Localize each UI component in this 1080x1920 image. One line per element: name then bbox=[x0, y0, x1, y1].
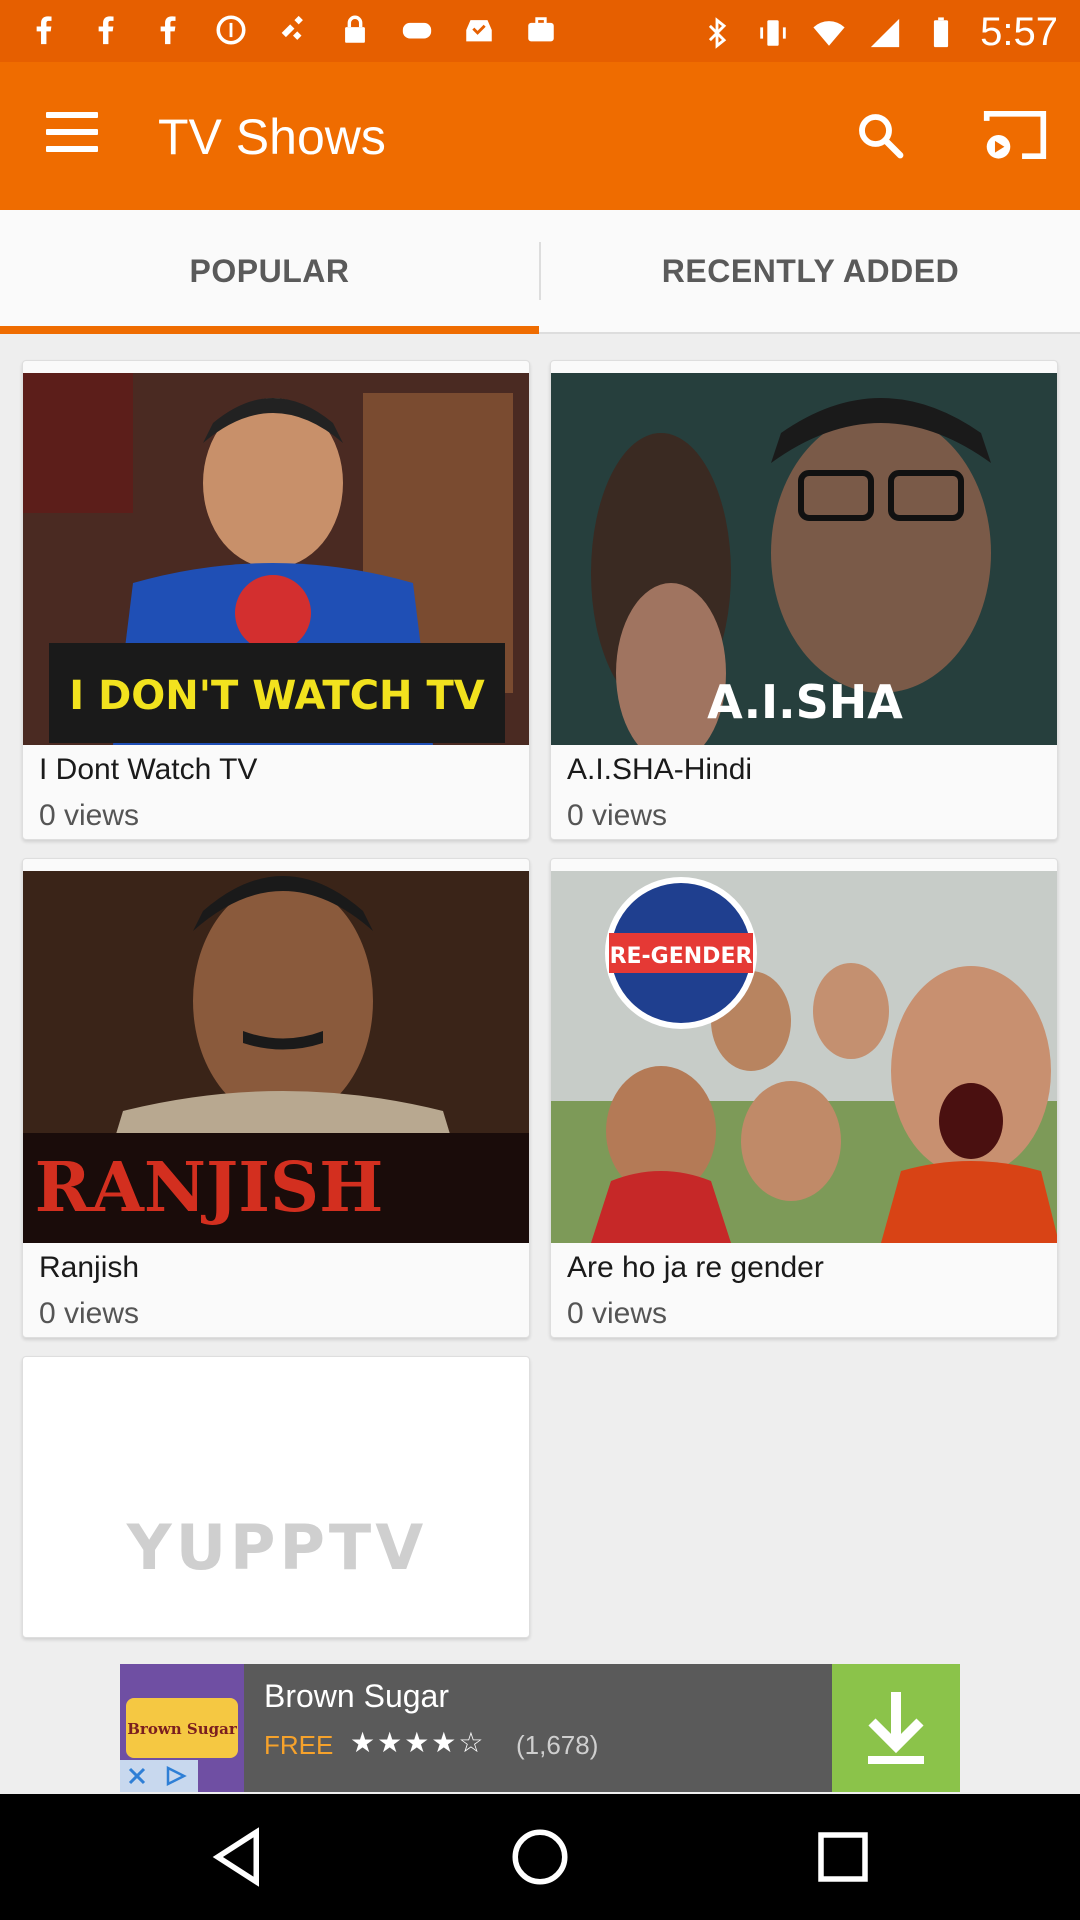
tab-bar: POPULAR RECENTLY ADDED bbox=[0, 210, 1080, 334]
bluetooth-icon bbox=[709, 16, 727, 49]
show-title: Ranjish bbox=[39, 1251, 140, 1284]
ad-download-button[interactable] bbox=[832, 1664, 960, 1792]
show-title: I Dont Watch TV bbox=[39, 753, 258, 786]
tab-recently-added[interactable]: RECENTLY ADDED bbox=[541, 210, 1080, 332]
game-controller-icon bbox=[402, 22, 432, 39]
show-views: 0 views bbox=[39, 799, 140, 832]
page-title: TV Shows bbox=[158, 109, 386, 165]
briefcase-icon bbox=[528, 17, 554, 42]
nav-bar bbox=[0, 1794, 1080, 1920]
ad-info-icon[interactable] bbox=[154, 1760, 198, 1792]
show-title: A.I.SHA-Hindi bbox=[567, 753, 753, 786]
download-icon bbox=[868, 1692, 924, 1764]
signal-icon bbox=[870, 18, 900, 47]
clock: 5:57 bbox=[980, 10, 1058, 54]
lock-icon bbox=[345, 15, 365, 43]
show-title: Are ho ja re gender bbox=[567, 1251, 824, 1284]
inbox-icon bbox=[466, 20, 492, 42]
system-icons: 5:57 bbox=[700, 10, 1058, 55]
tab-popular[interactable]: POPULAR bbox=[0, 210, 539, 334]
recents-icon[interactable] bbox=[810, 1824, 876, 1890]
show-card[interactable]: A.I.SHA A.I.SHA-Hindi 0 views bbox=[550, 360, 1058, 840]
pinterest-icon bbox=[216, 15, 246, 45]
yupptv-logo: YUPPTV bbox=[126, 1511, 427, 1584]
ad-price: FREE bbox=[264, 1730, 334, 1760]
vibrate-icon bbox=[760, 19, 786, 46]
show-views: 0 views bbox=[567, 1297, 668, 1330]
app-bar: TV Shows bbox=[0, 62, 1080, 210]
thumb-caption: A.I.SHA bbox=[707, 675, 903, 729]
yupptv-logo-text: YUPPTV bbox=[126, 1511, 427, 1584]
thumb-caption: RE-GENDER bbox=[610, 944, 753, 969]
status-bar: 5:57 bbox=[0, 0, 1080, 62]
ad-logo-text: Brown Sugar bbox=[127, 1720, 238, 1738]
show-thumbnail: RANJISH bbox=[23, 871, 529, 1243]
thumb-caption: I DON'T WATCH TV bbox=[69, 673, 484, 719]
show-views: 0 views bbox=[567, 799, 668, 832]
show-card[interactable]: RE-GENDER Are ho ja re gender 0 views bbox=[550, 858, 1058, 1338]
menu-icon[interactable] bbox=[46, 112, 98, 158]
show-thumbnail: A.I.SHA bbox=[551, 373, 1057, 745]
show-thumbnail: I DON'T WATCH TV bbox=[23, 373, 529, 745]
home-icon[interactable] bbox=[507, 1824, 573, 1890]
show-views: 0 views bbox=[39, 1297, 140, 1330]
back-icon[interactable] bbox=[204, 1824, 270, 1890]
facebook-icon bbox=[160, 16, 176, 45]
show-thumbnail: RE-GENDER bbox=[551, 871, 1057, 1243]
ad-title: Brown Sugar bbox=[264, 1678, 449, 1714]
battery-icon bbox=[934, 16, 949, 47]
ad-rating-count: (1,678) bbox=[516, 1730, 599, 1760]
facebook-icon bbox=[98, 16, 114, 45]
ad-rating-stars: ★★★★☆ bbox=[350, 1727, 486, 1758]
show-card[interactable]: I DON'T WATCH TV I Dont Watch TV 0 views bbox=[22, 360, 530, 840]
ad-banner[interactable]: Brown Sugar Brown Sugar FREE ★★★★☆ (1,67… bbox=[120, 1664, 960, 1792]
facebook-icon bbox=[36, 16, 52, 45]
search-icon[interactable] bbox=[853, 108, 907, 162]
show-card-placeholder[interactable]: YUPPTV bbox=[22, 1356, 530, 1638]
satellite-icon bbox=[281, 15, 303, 40]
wifi-icon bbox=[813, 20, 845, 46]
notification-icons bbox=[28, 12, 558, 48]
show-card[interactable]: RANJISH Ranjish 0 views bbox=[22, 858, 530, 1338]
ad-close-icon[interactable] bbox=[120, 1760, 154, 1792]
thumb-caption: RANJISH bbox=[35, 1148, 384, 1228]
cast-icon[interactable] bbox=[982, 106, 1048, 164]
